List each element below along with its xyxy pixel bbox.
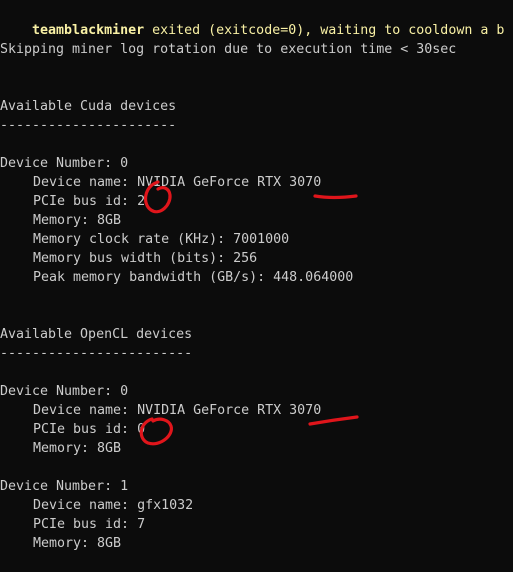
opencl-device-1-number: Device Number: 1	[0, 479, 129, 494]
underline-cuda-3070	[313, 194, 358, 200]
opencl-device-0-memory: Memory: 8GB	[33, 441, 122, 456]
cuda-device-0-clock: Memory clock rate (KHz): 7001000	[33, 232, 290, 247]
cuda-device-0-memory: Memory: 8GB	[33, 213, 122, 228]
opencl-device-0-number: Device Number: 0	[0, 384, 129, 399]
opencl-device-1-pcie: PCIe bus id: 7	[33, 517, 146, 532]
opencl-device-1-memory: Memory: 8GB	[33, 536, 122, 551]
status-line: teamblackminer exited (exitcode=0), wait…	[0, 2, 504, 38]
opencl-device-1-name: Device name: gfx1032	[33, 498, 194, 513]
cuda-device-0-bandwidth: Peak memory bandwidth (GB/s): 448.064000	[33, 270, 354, 285]
terminal-output[interactable]: teamblackminer exited (exitcode=0), wait…	[0, 0, 513, 572]
circle-opencl-pcie-0	[139, 417, 173, 446]
cuda-section-title: Available Cuda devices	[0, 99, 177, 114]
exit-message: exited (exitcode=0), waiting to cooldown…	[144, 23, 505, 38]
cuda-section-divider: ----------------------	[0, 118, 177, 133]
opencl-section-title: Available OpenCL devices	[0, 327, 193, 342]
cuda-device-0-number: Device Number: 0	[0, 156, 129, 171]
cuda-device-0-pcie: PCIe bus id: 2	[33, 194, 146, 209]
opencl-device-0-pcie: PCIe bus id: 0	[33, 422, 146, 437]
cuda-device-0-name: Device name: NVIDIA GeForce RTX 3070	[33, 175, 322, 190]
cuda-device-0-bus-width: Memory bus width (bits): 256	[33, 251, 258, 266]
opencl-device-0-name: Device name: NVIDIA GeForce RTX 3070	[33, 403, 322, 418]
log-rotation-message: Skipping miner log rotation due to execu…	[0, 42, 457, 57]
miner-name: teamblackminer	[32, 23, 145, 38]
opencl-section-divider: ------------------------	[0, 346, 193, 361]
